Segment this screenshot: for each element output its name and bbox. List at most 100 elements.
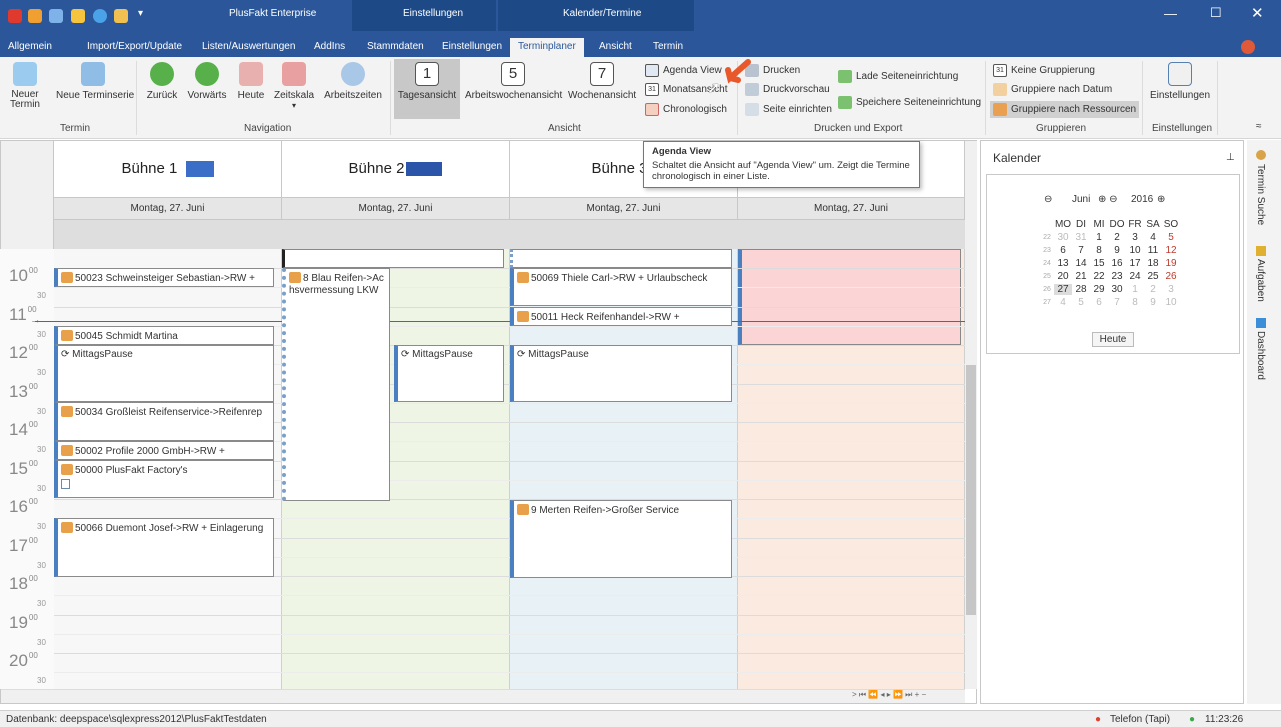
appointment[interactable]: 50002 Profile 2000 GmbH->RW + [54,441,274,460]
side-tab-search[interactable]: Termin Suche [1255,164,1266,225]
calendar-day[interactable]: 28 [1072,284,1090,295]
calendar-day[interactable]: 3 [1162,284,1180,295]
tab-ansicht[interactable]: Ansicht [599,41,632,52]
tab-import-export[interactable]: Import/Export/Update [87,41,182,52]
calendar-day[interactable]: 6 [1090,297,1108,308]
appointment[interactable]: 9 Merten Reifen->Großer Service [510,500,732,578]
calendar-day[interactable]: 3 [1126,232,1144,243]
load-page-setup-button[interactable]: Lade Seiteneinrichtung [838,70,958,83]
timescale-button[interactable]: Zeitskala ▾ [272,62,316,110]
prev-month-icon[interactable]: ⊖ [1044,194,1052,205]
calendar-day[interactable]: 24 [1126,271,1144,282]
maximize-icon[interactable]: ☐ [1210,5,1222,21]
day-view-button[interactable]: 1 Tagesansicht [394,59,460,119]
calendar-day[interactable]: 20 [1054,271,1072,282]
close-icon[interactable]: ✕ [1251,4,1264,22]
appointment[interactable]: 50000 PlusFakt Factory's [54,460,274,498]
calendar-day[interactable]: 30 [1054,232,1072,243]
calendar-day[interactable]: 18 [1144,258,1162,269]
calendar-day[interactable]: 31 [1072,232,1090,243]
calendar-day[interactable]: 27 [1054,284,1072,295]
calendar-day[interactable]: 13 [1054,258,1072,269]
appointment-recurring[interactable]: ⟳ MittagsPause [394,345,504,402]
calendar-day[interactable]: 30 [1108,284,1126,295]
calendar-day[interactable]: 9 [1144,297,1162,308]
all-day-area[interactable] [54,219,965,249]
calendar-grid[interactable]: MO DI MI DO FR SA SO 22 30 31 1 2 3 4 5 23 6 7 8 9 10 11 12 24… [1040,218,1180,309]
appointment[interactable]: 8 Blau Reifen->Achsvermessung LKW [282,268,390,501]
agenda-view-button[interactable]: Agenda View [645,64,722,77]
appointment[interactable]: 50066 Duemont Josef->RW + Einlagerung [54,518,274,577]
tab-termin[interactable]: Termin [653,41,683,52]
calendar-day[interactable]: 22 [1090,271,1108,282]
calendar-day[interactable]: 29 [1090,284,1108,295]
calendar-day[interactable]: 26 [1162,271,1180,282]
calendar-day[interactable]: 10 [1126,245,1144,256]
calendar-day[interactable]: 7 [1108,297,1126,308]
calendar-day[interactable]: 2 [1144,284,1162,295]
page-setup-button[interactable]: Seite einrichten [745,103,832,116]
month-nav-icons[interactable]: ⊕ ⊖ [1098,194,1118,205]
appointment-recurring[interactable]: ⟳ MittagsPause [510,345,732,402]
calendar-day[interactable]: 4 [1054,297,1072,308]
calendar-day[interactable]: 6 [1054,245,1072,256]
settings-button[interactable]: Einstellungen [1148,62,1212,101]
selected-range[interactable] [738,249,961,345]
calendar-weeks[interactable]: 22 30 31 1 2 3 4 5 23 6 7 8 9 10 11 12 24 13 14 15 16 17 18 19 2… [1040,231,1180,309]
phone-status[interactable]: Telefon (Tapi) [1110,714,1170,725]
save-page-setup-button[interactable]: Speichere Seiteneinrichtung [838,96,981,109]
new-series-button[interactable]: Neue Terminserie [56,62,134,101]
appointment-recurring[interactable]: ⟳ MittagsPause [54,345,274,402]
calendar-day[interactable]: 8 [1090,245,1108,256]
calendar-day[interactable]: 9 [1108,245,1126,256]
user-icon[interactable] [1241,40,1255,54]
quick-access-icon[interactable] [71,9,85,23]
side-tab-dashboard[interactable]: Dashboard [1255,331,1266,380]
calendar-day[interactable]: 25 [1144,271,1162,282]
help-icon[interactable] [93,9,107,23]
calendar-day[interactable]: 1 [1090,232,1108,243]
calendar-day[interactable]: 14 [1072,258,1090,269]
no-grouping-button[interactable]: 31 Keine Gruppierung [993,64,1095,77]
calendar-day[interactable]: 23 [1108,271,1126,282]
group-by-date-button[interactable]: Gruppiere nach Datum [993,83,1112,96]
calendar-day[interactable]: 12 [1162,245,1180,256]
tab-allgemein[interactable]: Allgemein [8,41,52,52]
new-appointment-button[interactable]: Neuer Termin [4,62,46,110]
calendar-day[interactable]: 8 [1126,297,1144,308]
scrollbar-thumb[interactable] [966,365,976,615]
pin-icon[interactable]: ⊥ [1226,152,1235,163]
calendar-day[interactable]: 5 [1072,297,1090,308]
minimize-icon[interactable]: — [1164,6,1177,21]
calendar-day[interactable]: 19 [1162,258,1180,269]
today-calendar-button[interactable]: Heute [1092,332,1134,347]
next-year-icon[interactable]: ⊕ [1157,194,1165,205]
quick-access-icon[interactable] [114,9,128,23]
calendar-day[interactable]: 2 [1108,232,1126,243]
calendar-day[interactable]: 16 [1108,258,1126,269]
customize-qat-icon[interactable]: ▾ [138,8,143,19]
appointment-block[interactable] [510,249,732,268]
week-view-button[interactable]: 7 Wochenansicht [568,62,636,101]
forward-button[interactable]: Vorwärts [186,62,228,101]
calendar-day[interactable]: 1 [1126,284,1144,295]
calendar-day[interactable]: 10 [1162,297,1180,308]
tab-einstellungen[interactable]: Einstellungen [442,41,502,52]
tab-terminplaner[interactable]: Terminplaner [510,38,584,57]
appointment[interactable]: 50011 Heck Reifenhandel->RW + [510,307,732,326]
appointment[interactable]: 50069 Thiele Carl->RW + Urlaubscheck [510,268,732,306]
today-button[interactable]: Heute [236,62,266,101]
quick-access-icon[interactable] [49,9,63,23]
appointment[interactable]: 50034 Großleist Reifenservice->Reifenrep [54,402,274,441]
side-tab-tasks[interactable]: Aufgaben [1255,259,1266,302]
chronological-button[interactable]: Chronologisch [645,103,727,116]
calendar-day[interactable]: 7 [1072,245,1090,256]
worktime-button[interactable]: Arbeitszeiten [322,62,384,101]
calendar-day[interactable]: 4 [1144,232,1162,243]
quick-access-icon[interactable] [28,9,42,23]
collapse-ribbon-icon[interactable]: ≈ [1256,121,1262,132]
calendar-day[interactable]: 21 [1072,271,1090,282]
appointment[interactable]: 50023 Schweinsteiger Sebastian->RW + [54,268,274,287]
calendar-day[interactable]: 11 [1144,245,1162,256]
group-by-resource-button[interactable]: Gruppiere nach Ressourcen [990,101,1140,118]
